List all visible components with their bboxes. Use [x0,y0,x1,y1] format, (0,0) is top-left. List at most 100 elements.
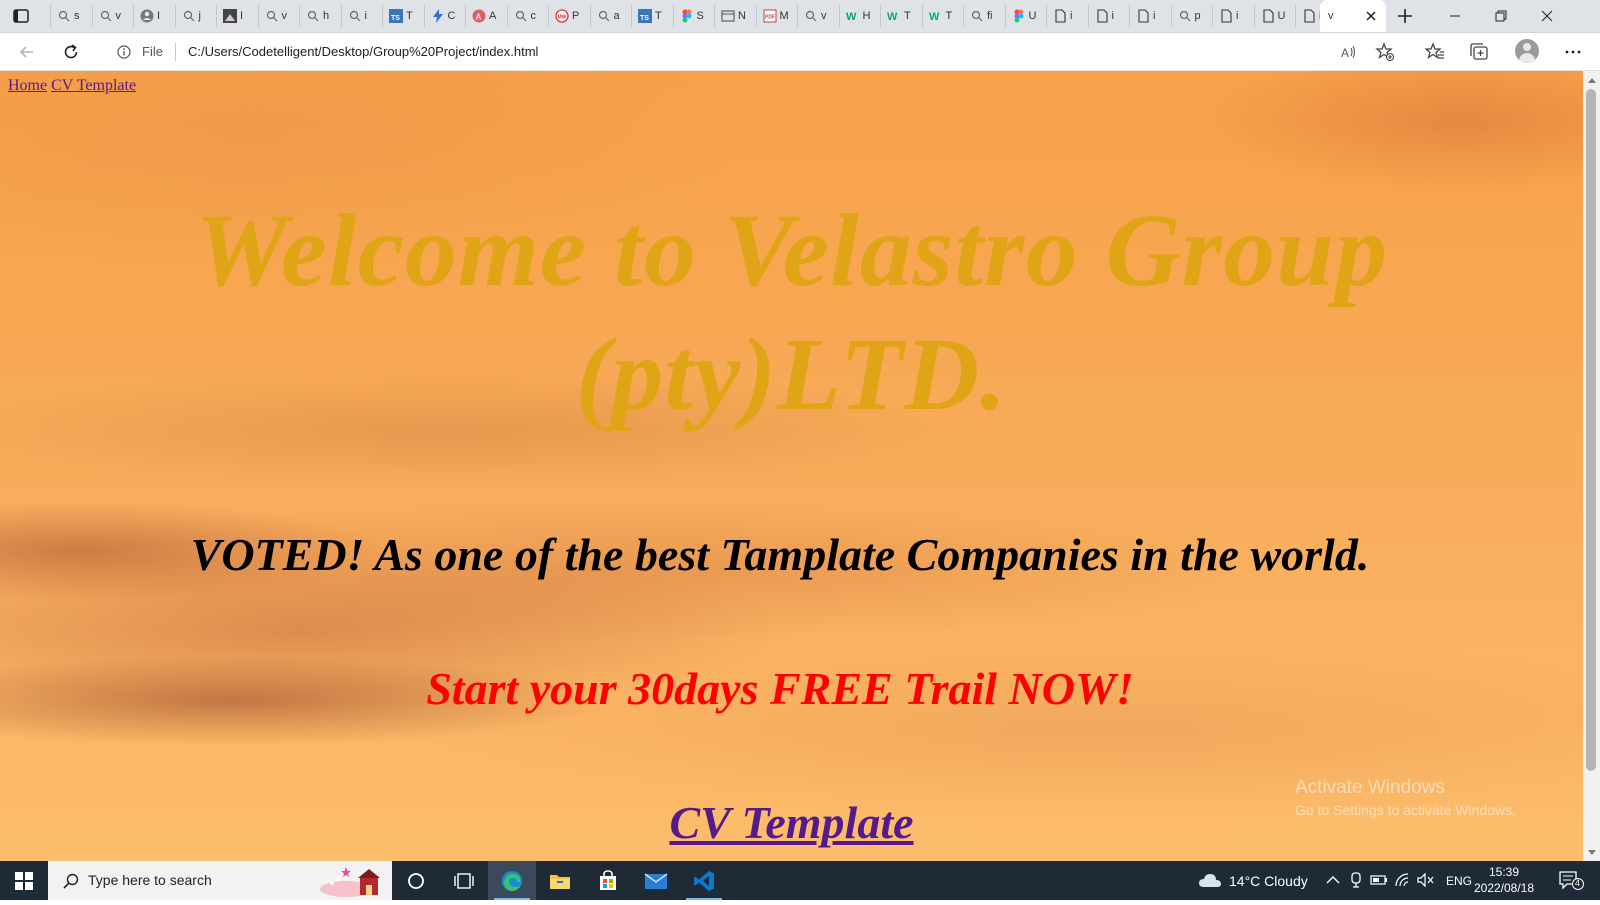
tab-label: T [655,10,662,22]
cv-template-link[interactable]: CV Template [669,797,913,848]
browser-tab[interactable]: U [1253,5,1296,27]
close-icon[interactable] [1364,9,1378,23]
tab-label: H [862,10,871,22]
scroll-up-icon[interactable] [1583,71,1600,88]
browser-tab[interactable]: p [1170,5,1213,27]
scroll-thumb[interactable] [1586,89,1596,771]
browser-tab[interactable]: TS T [382,5,424,27]
notifications-icon[interactable]: 4 [1558,871,1584,890]
info-icon[interactable] [117,45,131,59]
chevron-up-icon[interactable] [1324,871,1342,889]
tab-label: T [406,10,413,22]
vscode-icon[interactable] [680,861,728,900]
browser-tab[interactable]: WH [838,5,881,27]
url-scheme-label: File [142,44,163,59]
nav-cv-template-link[interactable]: CV Template [51,77,136,94]
browser-tab[interactable]: h [299,5,341,27]
search-icon [597,9,611,23]
browser-tab[interactable]: MW P [548,5,590,27]
nav-home-link[interactable]: Home [8,77,47,94]
browser-tab[interactable]: v [91,5,134,27]
browser-tab[interactable]: a [589,5,632,27]
watermark-title: Activate Windows [1295,777,1445,798]
store-icon[interactable] [584,861,632,900]
close-window-button[interactable] [1524,0,1570,32]
free-trial-heading: Start your 30days FREE Trail NOW! [426,663,1134,714]
browser-tab[interactable]: WT [880,5,922,27]
browser-tab[interactable]: WT [921,5,964,27]
search-icon [182,9,196,23]
browser-tab[interactable]: fi [963,5,1005,27]
browser-tab[interactable]: U [1004,5,1047,27]
clock[interactable]: 15:39 2022/08/18 [1472,864,1536,896]
browser-tab[interactable]: i [1212,5,1254,27]
favorites-icon[interactable] [1424,41,1446,63]
minimize-button[interactable] [1432,0,1478,32]
top-nav: Home CV Template [8,77,136,95]
browser-tab[interactable]: i [340,5,383,27]
browser-tab[interactable]: I [216,5,258,27]
page-icon [1302,9,1316,23]
new-tab-button[interactable] [1395,6,1415,26]
search-icon [970,9,984,23]
browser-tab[interactable]: TS T [631,5,673,27]
browser-tab[interactable]: I [133,5,175,27]
back-button[interactable] [16,41,38,63]
profile-avatar[interactable] [1515,39,1539,63]
browser-tab[interactable]: C [423,5,466,27]
search-icon [265,9,279,23]
taskbar: Type here to search 14°C Cloudy ENG 15:3… [0,861,1600,900]
browser-tab[interactable]: PDF M [755,5,798,27]
clock-time: 15:39 [1488,865,1520,879]
browser-tab[interactable]: c [506,5,549,27]
browser-tab[interactable]: i [1129,5,1171,27]
browser-tab[interactable]: s [50,5,92,27]
file-explorer-icon[interactable] [536,861,584,900]
cortana-icon[interactable] [392,861,440,900]
input-language[interactable]: ENG [1446,861,1472,900]
browser-tab[interactable]: N [714,5,756,27]
tab-label: U [1277,10,1286,22]
vertical-scrollbar[interactable] [1583,71,1600,861]
image-icon [223,9,237,23]
more-options-icon[interactable] [1562,41,1584,63]
tab-actions-icon[interactable] [12,7,30,25]
page-icon [1136,9,1150,23]
weather-text[interactable]: 14°C Cloudy [1229,861,1308,900]
restore-button[interactable] [1478,0,1524,32]
address-bar[interactable]: File C:/Users/Codetelligent/Desktop/Grou… [100,37,1408,67]
title-line-2: (pty)LTD. [575,317,1008,432]
tab-label: C [447,10,456,22]
taskbar-search-box[interactable]: Type here to search [48,861,392,900]
add-favorite-icon[interactable] [1374,41,1396,63]
mw-icon: MW [555,9,569,23]
browser-tab[interactable]: v [797,5,839,27]
browser-tab[interactable]: i [1046,5,1088,27]
tab-label: v [281,10,288,22]
browser-tab[interactable]: i [1087,5,1130,27]
scroll-down-icon[interactable] [1583,844,1600,861]
battery-icon[interactable] [1370,871,1388,889]
windows-icon [15,871,33,890]
search-icon [99,9,113,23]
search-icon [348,9,362,23]
cloudy-weather-icon[interactable] [1198,871,1222,889]
browser-tab[interactable]: S [672,5,715,27]
browser-tab[interactable]: v [257,5,300,27]
wifi-icon[interactable] [1394,871,1412,889]
edge-icon[interactable] [488,861,536,900]
meet-now-icon[interactable] [1347,871,1365,889]
url-text[interactable]: C:/Users/Codetelligent/Desktop/Group%20P… [188,44,538,59]
task-view-icon[interactable] [440,861,488,900]
collections-icon[interactable] [1468,41,1490,63]
read-aloud-icon[interactable]: A [1338,41,1360,63]
page-icon [1095,9,1109,23]
refresh-button[interactable] [60,41,82,63]
mail-icon[interactable] [632,861,680,900]
start-button[interactable] [0,861,48,900]
browser-tab[interactable]: j [174,5,217,27]
volume-muted-icon[interactable] [1417,871,1435,889]
browser-tab[interactable]: AA [465,5,507,27]
tab-active[interactable]: v [1320,0,1386,32]
tab-label: fi [987,10,993,22]
